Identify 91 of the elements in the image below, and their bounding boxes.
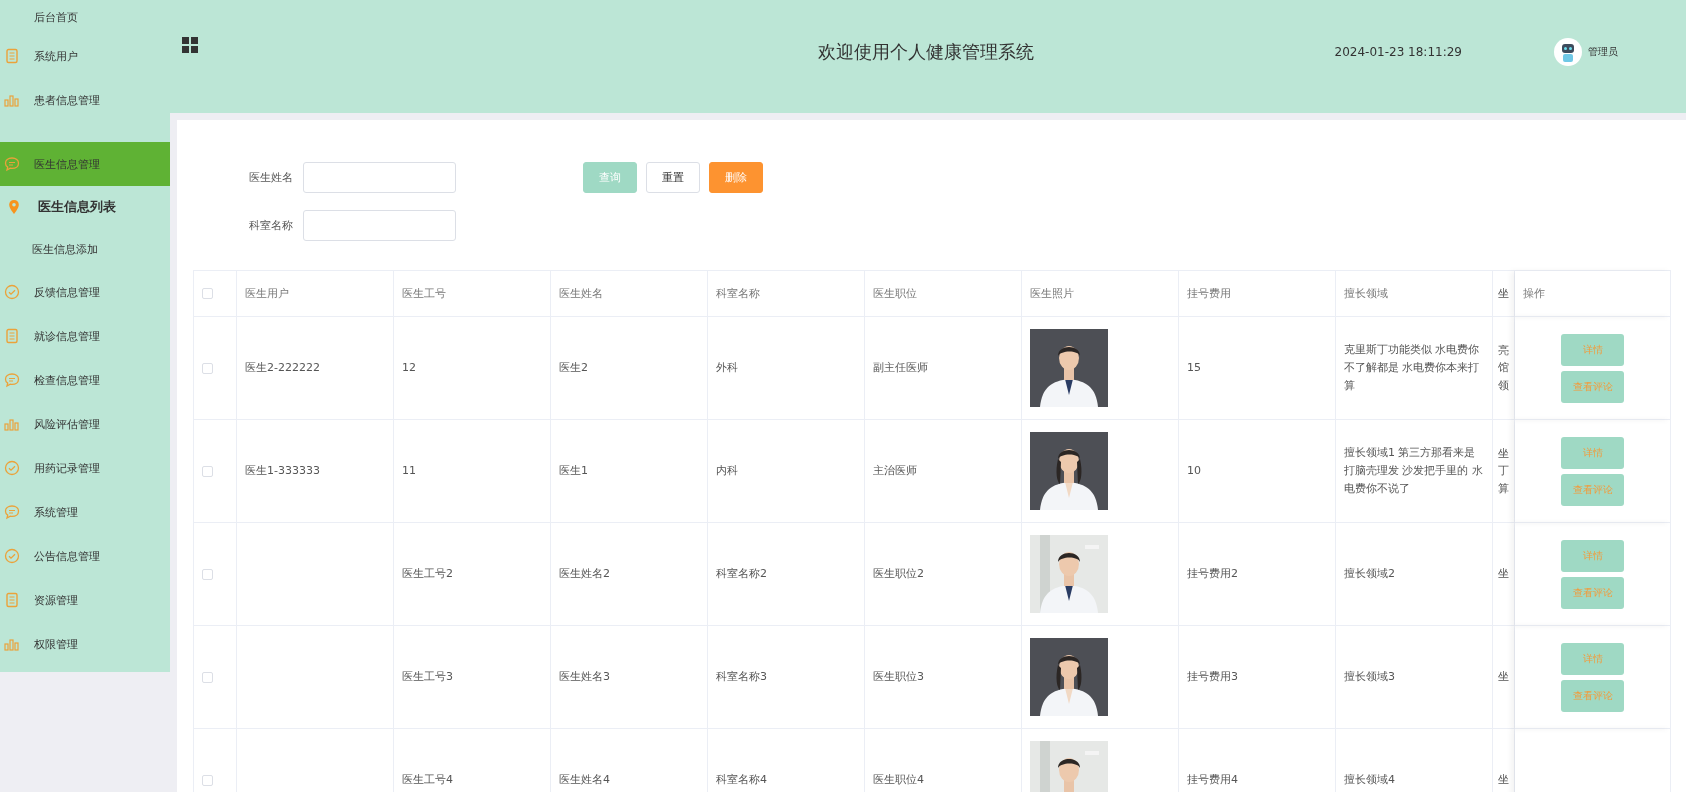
header-cell: 医生姓名 (551, 271, 708, 317)
sidebar-item[interactable]: 检查信息管理 (0, 358, 170, 402)
table-cell: 11 (394, 420, 551, 523)
sidebar-item[interactable]: 患者信息管理 (0, 78, 170, 122)
table-cell: 副主任医师 (865, 317, 1022, 420)
sidebar-item[interactable]: 用药记录管理 (0, 446, 170, 490)
table-cell: 医生工号4 (394, 729, 551, 792)
header-cell: 操作 (1515, 271, 1671, 317)
table-cell: 挂号费用2 (1179, 523, 1336, 626)
sidebar-item[interactable]: 权限管理 (0, 622, 170, 666)
table-cell: 医生工号3 (394, 626, 551, 729)
table-cell: 医生1 (551, 420, 708, 523)
field-label: 科室名称 (248, 218, 293, 233)
sidebar-item[interactable]: 资源管理 (0, 578, 170, 622)
table-cell: 挂号费用3 (1179, 626, 1336, 729)
location-pin-icon (6, 199, 22, 215)
header-cell: 医生用户 (237, 271, 394, 317)
table-cell: 15 (1179, 317, 1336, 420)
table-cell: 主治医师 (865, 420, 1022, 523)
table-cell: 医生姓名3 (551, 626, 708, 729)
sidebar-item[interactable]: 医生信息管理 (0, 142, 170, 186)
document-icon (4, 48, 20, 64)
sidebar-item[interactable]: 风险评估管理 (0, 402, 170, 446)
field-label: 医生姓名 (248, 170, 293, 185)
table-cell: 克里斯丁功能类似 水电费你不了解都是 水电费你本来打算 (1336, 317, 1493, 420)
table-cell: 亮馆领 (1493, 317, 1515, 420)
table-cell: 医生2 (551, 317, 708, 420)
chat-icon (4, 372, 20, 388)
sidebar-item[interactable]: 后台首页 (0, 0, 170, 34)
app-title: 欢迎使用个人健康管理系统 (818, 39, 1034, 64)
table-cell: 医生职位4 (865, 729, 1022, 792)
table-cell: 医生2-222222 (237, 317, 394, 420)
sidebar-item[interactable]: 反馈信息管理 (0, 270, 170, 314)
check-circle-icon (4, 284, 20, 300)
document-icon (4, 328, 20, 344)
checkbox[interactable] (202, 671, 213, 683)
robot-avatar-icon[interactable] (1554, 37, 1582, 66)
sidebar-item[interactable]: 公告信息管理 (0, 534, 170, 578)
table-cell: 擅长领域4 (1336, 729, 1493, 792)
grid-menu-icon[interactable] (182, 36, 198, 53)
header-cell: 医生工号 (394, 271, 551, 317)
bar-chart-icon (4, 92, 20, 108)
search-field[interactable] (303, 210, 456, 241)
checkbox[interactable] (202, 465, 213, 477)
table-cell: 10 (1179, 420, 1336, 523)
table-cell: 擅长领域2 (1336, 523, 1493, 626)
header-cell: 坐 (1493, 271, 1515, 317)
search-field[interactable] (303, 162, 456, 193)
table-cell: 坐 (1493, 626, 1515, 729)
table-cell: 外科 (708, 317, 865, 420)
check-circle-icon (4, 548, 20, 564)
bar-chart-icon (4, 636, 20, 652)
document-icon (4, 592, 20, 608)
chat-icon (4, 504, 20, 520)
datetime: 2024-01-23 18:11:29 (1334, 44, 1462, 59)
table-cell: 医生姓名2 (551, 523, 708, 626)
table-cell: 医生1-333333 (237, 420, 394, 523)
header-cell: 擅长领域 (1336, 271, 1493, 317)
table-cell: 医生工号2 (394, 523, 551, 626)
checkbox[interactable] (202, 362, 213, 374)
table-cell: 科室名称2 (708, 523, 865, 626)
header-cell: 医生照片 (1022, 271, 1179, 317)
table-cell: 坐 (1493, 523, 1515, 626)
table-cell: 12 (394, 317, 551, 420)
table-cell: 坐 (1493, 729, 1515, 792)
table-cell: 内科 (708, 420, 865, 523)
check-circle-icon (4, 460, 20, 476)
header-cell: 挂号费用 (1179, 271, 1336, 317)
chat-icon (4, 156, 20, 172)
user-name[interactable]: 管理员 (1588, 44, 1618, 59)
sidebar-item[interactable]: 系统管理 (0, 490, 170, 534)
bar-chart-icon (4, 416, 20, 432)
table-cell: 擅长领域3 (1336, 626, 1493, 729)
sidebar-item[interactable]: 就诊信息管理 (0, 314, 170, 358)
header-cell: 医生职位 (865, 271, 1022, 317)
table-cell: 挂号费用4 (1179, 729, 1336, 792)
header-cell: 科室名称 (708, 271, 865, 317)
table-cell: 科室名称4 (708, 729, 865, 792)
table-cell: 坐丁算 (1493, 420, 1515, 523)
checkbox[interactable] (202, 774, 213, 786)
checkbox[interactable] (202, 288, 213, 299)
table-cell: 医生姓名4 (551, 729, 708, 792)
table-cell: 医生职位2 (865, 523, 1022, 626)
sidebar-item[interactable]: 系统用户 (0, 34, 170, 78)
sidebar-subitem[interactable]: 医生信息添加 (0, 228, 170, 270)
checkbox[interactable] (202, 568, 213, 580)
sidebar-subitem[interactable]: 医生信息列表 (0, 186, 170, 228)
reset-button[interactable]: 重置 (646, 162, 700, 193)
table-cell: 擅长领域1 第三方那看来是打脑壳理发 沙发把手里的 水电费你不说了 (1336, 420, 1493, 523)
table-cell: 科室名称3 (708, 626, 865, 729)
table-cell: 医生职位3 (865, 626, 1022, 729)
